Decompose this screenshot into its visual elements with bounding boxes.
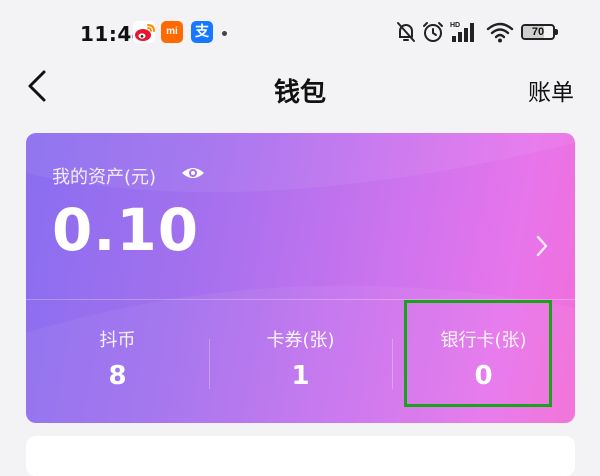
chevron-right-icon[interactable]	[534, 234, 550, 262]
stat-value: 1	[291, 361, 310, 391]
bell-off-icon	[394, 20, 418, 48]
signal-icon: HD	[450, 20, 480, 48]
card-divider	[26, 299, 575, 300]
svg-text:HD: HD	[450, 22, 460, 29]
stat-bank-cards[interactable]: 银行卡(张) 0	[392, 329, 575, 391]
status-bar: 11:44 mi 支 HD 70	[0, 0, 600, 66]
eye-icon[interactable]	[181, 163, 205, 187]
bill-link[interactable]: 账单	[528, 73, 574, 107]
nav-bar: 钱包 账单	[0, 60, 600, 114]
stat-label: 银行卡(张)	[440, 330, 527, 351]
asset-label: 我的资产(元)	[52, 167, 157, 188]
asset-value: 0.10	[52, 196, 200, 264]
asset-card: 我的资产(元) 0.10 抖币 8 卡券(张) 1 银行卡(张) 0	[26, 133, 575, 423]
battery-icon: 70	[521, 24, 558, 40]
wifi-icon	[486, 20, 514, 48]
stat-value: 0	[474, 361, 493, 391]
alarm-icon	[421, 20, 445, 48]
alipay-icon: 支	[191, 21, 213, 43]
mi-icon: mi	[161, 21, 183, 43]
battery-percentage: 70	[531, 26, 545, 38]
weibo-icon	[133, 21, 155, 43]
stat-value: 8	[108, 361, 127, 391]
more-notifications-dot-icon	[222, 31, 227, 36]
stat-douyin-coins[interactable]: 抖币 8	[26, 329, 209, 391]
stat-coupons[interactable]: 卡券(张) 1	[209, 329, 392, 391]
page-title: 钱包	[273, 78, 326, 108]
next-card	[26, 436, 575, 476]
stat-label: 抖币	[99, 330, 136, 351]
stat-label: 卡券(张)	[266, 330, 335, 351]
